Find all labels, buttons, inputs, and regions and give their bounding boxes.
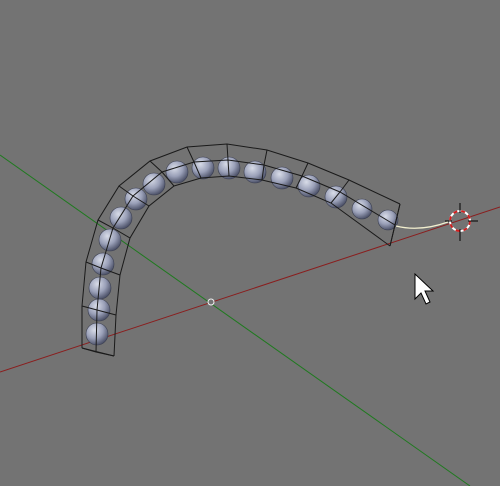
sphere-instance[interactable] bbox=[98, 228, 122, 252]
sphere-instance[interactable] bbox=[142, 172, 166, 196]
sphere-instance[interactable] bbox=[165, 160, 189, 184]
3d-viewport[interactable] bbox=[0, 0, 500, 486]
lattice-end-edge bbox=[81, 347, 115, 357]
sphere-instance[interactable] bbox=[191, 156, 215, 180]
curve-tail bbox=[395, 221, 449, 229]
sphere-instance[interactable] bbox=[109, 206, 133, 230]
sphere-instance[interactable] bbox=[87, 298, 111, 322]
sphere-instance[interactable] bbox=[124, 187, 148, 211]
3d-cursor-icon[interactable] bbox=[445, 203, 478, 241]
lattice-inner-rail bbox=[113, 175, 391, 357]
world-origin-icon bbox=[207, 298, 215, 306]
mouse-pointer-icon bbox=[414, 272, 435, 305]
sphere-array[interactable] bbox=[85, 156, 399, 346]
scene-canvas[interactable] bbox=[0, 0, 500, 486]
